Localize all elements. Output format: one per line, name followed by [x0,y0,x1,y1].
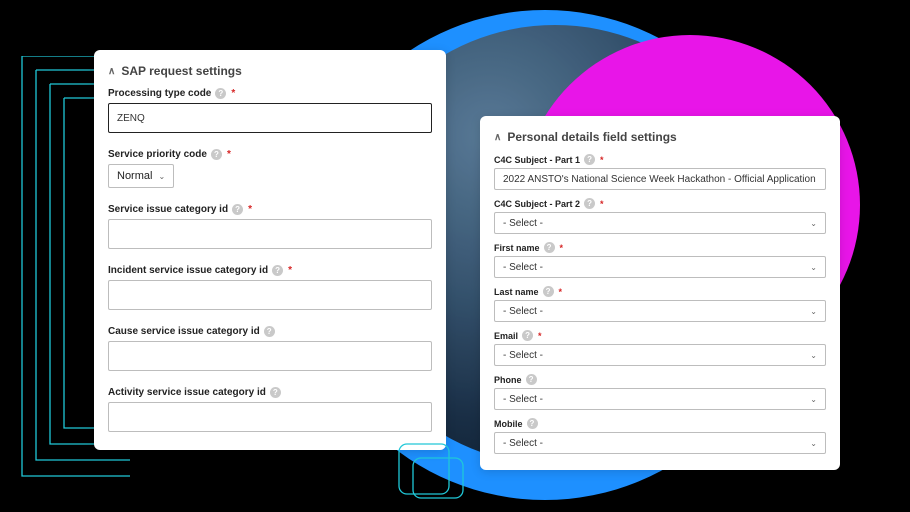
help-icon[interactable]: ? [584,198,595,209]
sap-settings-panel: ∧ SAP request settings Processing type c… [94,50,446,450]
help-icon[interactable]: ? [527,418,538,429]
select-value: - Select - [503,350,543,361]
last-name-select[interactable]: - Select - ⌄ [494,300,826,322]
select-value: Normal [117,170,152,182]
required-icon: * [288,265,292,276]
chevron-down-icon: ⌄ [810,395,817,404]
required-icon: * [600,155,604,165]
help-icon[interactable]: ? [215,88,226,99]
help-icon[interactable]: ? [522,330,533,341]
help-icon[interactable]: ? [264,326,275,337]
chevron-down-icon: ⌄ [810,263,817,272]
first-name-select[interactable]: - Select - ⌄ [494,256,826,278]
field-label: C4C Subject - Part 1 [494,155,580,165]
help-icon[interactable]: ? [232,204,243,215]
select-value: - Select - [503,262,543,273]
cause-cat-input[interactable] [108,341,432,371]
panel-title: SAP request settings [121,64,241,78]
c4c-part2-select[interactable]: - Select - ⌄ [494,212,826,234]
field-label: Service priority code [108,149,207,160]
required-icon: * [538,331,542,341]
select-value: - Select - [503,438,543,449]
processing-type-code-input[interactable] [108,103,432,133]
help-icon[interactable]: ? [270,387,281,398]
field-label: Cause service issue category id [108,326,260,337]
help-icon[interactable]: ? [211,149,222,160]
incident-cat-input[interactable] [108,280,432,310]
required-icon: * [227,149,231,160]
bg-cyan-bottom [395,440,485,505]
phone-select[interactable]: - Select - ⌄ [494,388,826,410]
mobile-select[interactable]: - Select - ⌄ [494,432,826,454]
help-icon[interactable]: ? [526,374,537,385]
chevron-down-icon: ⌄ [158,172,165,181]
help-icon[interactable]: ? [543,286,554,297]
required-icon: * [560,243,564,253]
field-label: First name [494,243,540,253]
select-value: - Select - [503,394,543,405]
help-icon[interactable]: ? [544,242,555,253]
panel-header[interactable]: ∧ SAP request settings [108,60,432,88]
panel-header[interactable]: ∧ Personal details field settings [494,126,826,154]
email-select[interactable]: - Select - ⌄ [494,344,826,366]
required-icon: * [231,88,235,99]
chevron-down-icon: ⌄ [810,439,817,448]
field-label: Mobile [494,419,523,429]
panel-title: Personal details field settings [507,130,676,144]
chevron-down-icon: ⌄ [810,351,817,360]
chevron-up-icon: ∧ [494,132,501,143]
c4c-part1-input[interactable] [494,168,826,190]
chevron-up-icon: ∧ [108,66,115,77]
required-icon: * [248,204,252,215]
chevron-down-icon: ⌄ [810,219,817,228]
help-icon[interactable]: ? [272,265,283,276]
service-priority-select[interactable]: Normal ⌄ [108,164,174,188]
select-value: - Select - [503,306,543,317]
service-issue-cat-input[interactable] [108,219,432,249]
field-label: Last name [494,287,539,297]
field-label: Email [494,331,518,341]
help-icon[interactable]: ? [584,154,595,165]
personal-details-panel: ∧ Personal details field settings C4C Su… [480,116,840,470]
field-label: C4C Subject - Part 2 [494,199,580,209]
field-label: Phone [494,375,522,385]
field-label: Service issue category id [108,204,228,215]
select-value: - Select - [503,218,543,229]
field-label: Activity service issue category id [108,387,266,398]
field-label: Incident service issue category id [108,265,268,276]
required-icon: * [559,287,563,297]
field-label: Processing type code [108,88,211,99]
activity-cat-input[interactable] [108,402,432,432]
required-icon: * [600,199,604,209]
chevron-down-icon: ⌄ [810,307,817,316]
